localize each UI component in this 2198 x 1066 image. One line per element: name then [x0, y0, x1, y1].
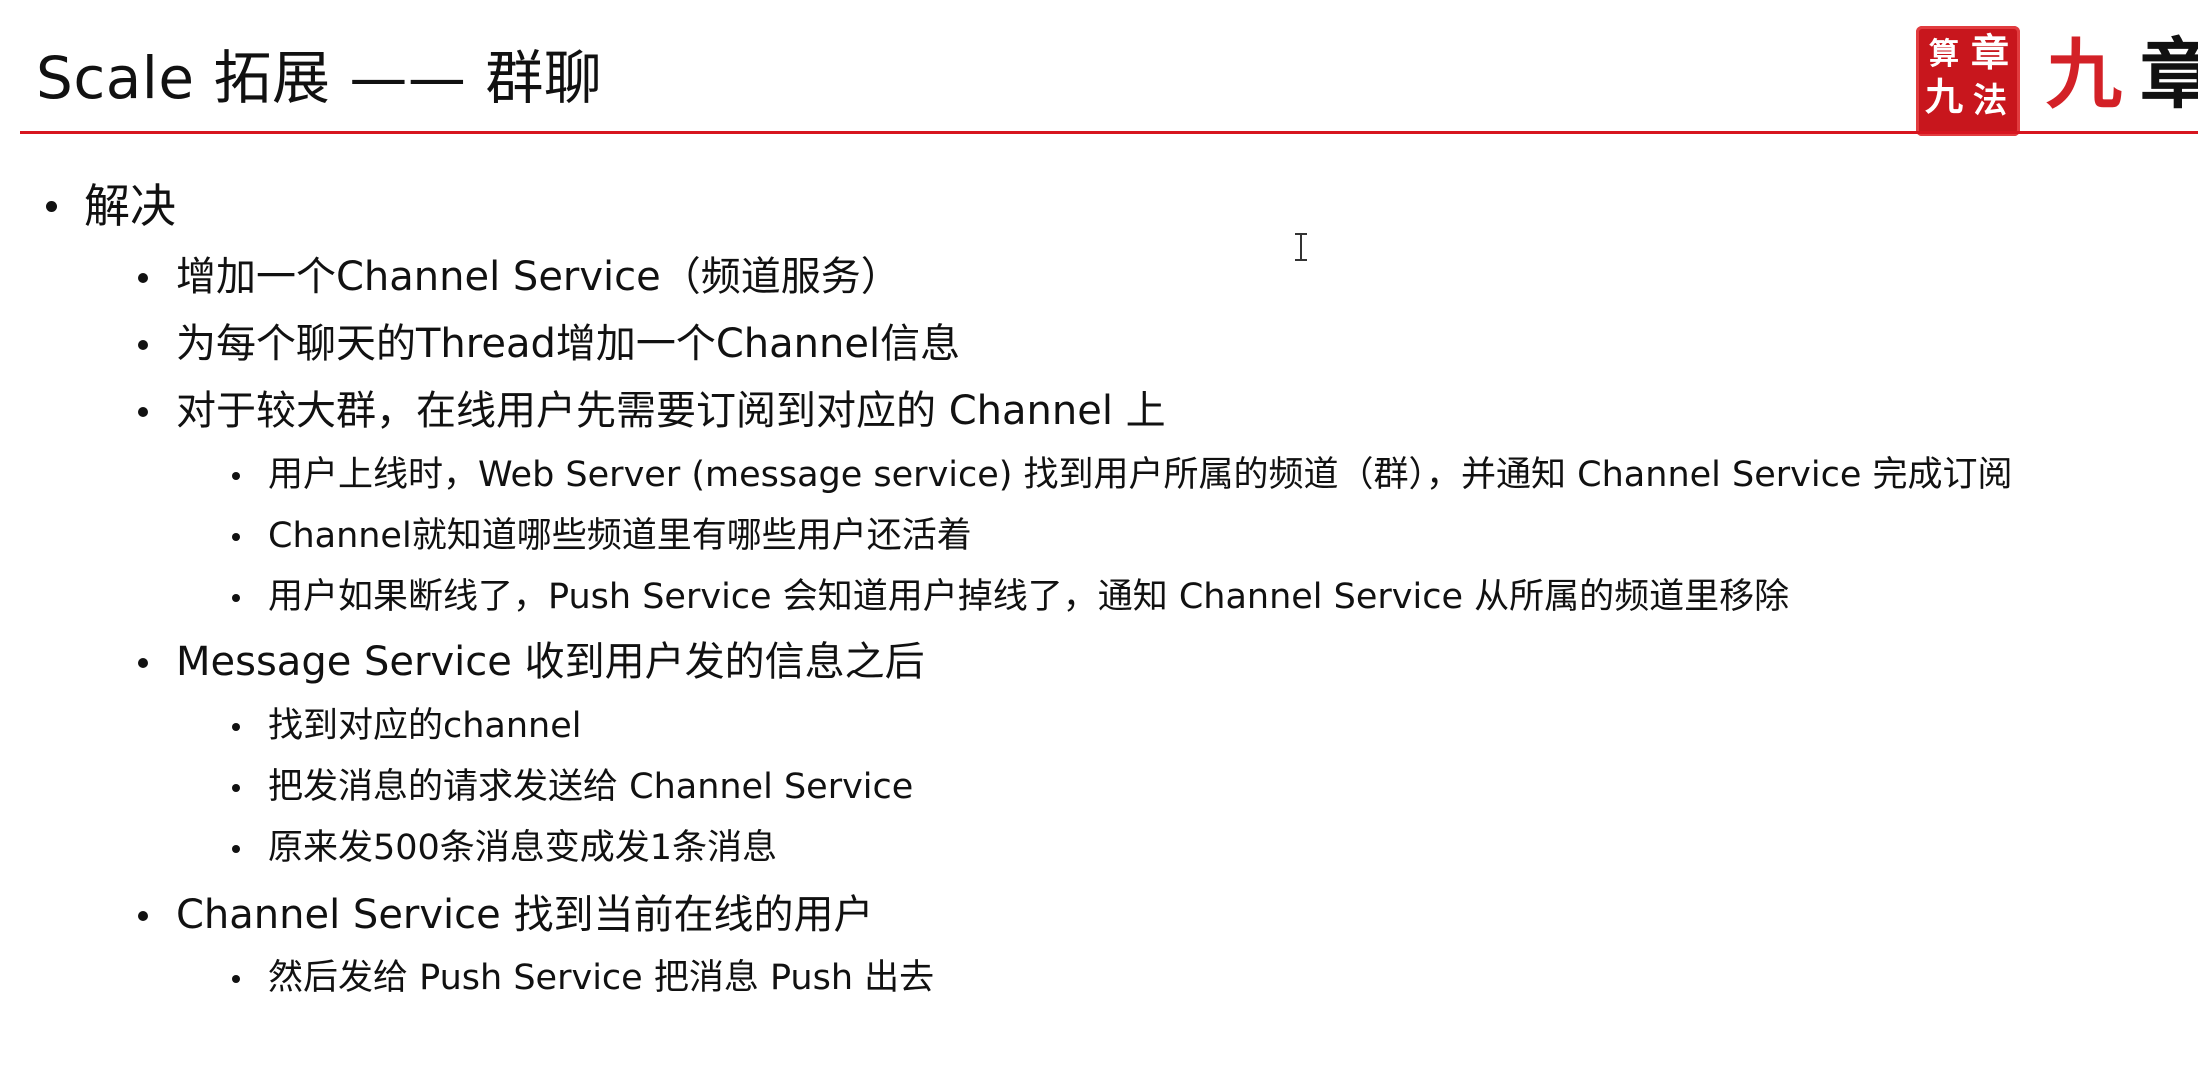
seal-char-1: 九 — [1924, 74, 1963, 119]
logo-seal: 九 章 算 法 — [1916, 26, 2020, 136]
bullet-dot — [232, 975, 240, 983]
bullet-item: Message Service 收到用户发的信息之后 — [176, 639, 925, 685]
seal-char-3: 算 — [1929, 37, 1959, 72]
bullet-dot — [138, 407, 148, 417]
bullet-dot — [232, 533, 240, 541]
title-divider — [20, 131, 2198, 134]
bullet-dot — [138, 658, 148, 668]
bullet-item: 用户上线时，Web Server (message service) 找到用户所… — [268, 455, 2013, 495]
bullet-dot — [138, 911, 148, 921]
bullet-item: 增加一个Channel Service（频道服务） — [176, 254, 901, 300]
bullet-item: Channel就知道哪些频道里有哪些用户还活着 — [268, 516, 972, 556]
brand-char-1: 九 — [2046, 30, 2122, 119]
jiuzhang-logo: 九 章 算 法 九章 — [1912, 16, 2198, 136]
bullet-dot — [232, 845, 240, 853]
seal-char-2: 章 — [1970, 30, 2009, 75]
bullet-item: Channel Service 找到当前在线的用户 — [176, 892, 874, 938]
bullet-dot — [138, 273, 148, 283]
seal-char-4: 法 — [1973, 81, 2007, 121]
bullet-item: 然后发给 Push Service 把消息 Push 出去 — [268, 958, 935, 998]
slide: Scale 拓展 —— 群聊 九 章 算 法 九章 解决 增加一个Channel… — [0, 0, 2198, 1066]
bullet-item: 解决 — [84, 179, 176, 233]
logo-brand-text: 九章 — [2046, 30, 2198, 120]
bullet-dot — [232, 784, 240, 792]
bullet-dot — [46, 201, 57, 212]
bullet-item: 找到对应的channel — [268, 706, 582, 746]
bullet-item: 用户如果断线了，Push Service 会知道用户掉线了，通知 Channel… — [268, 577, 1790, 617]
text-cursor-icon — [1295, 233, 1307, 261]
bullet-dot — [232, 594, 240, 602]
bullet-dot — [138, 340, 148, 350]
bullet-item: 原来发500条消息变成发1条消息 — [268, 828, 778, 868]
brand-char-2: 章 — [2140, 30, 2198, 119]
slide-title: Scale 拓展 —— 群聊 — [36, 44, 603, 112]
bullet-item: 对于较大群，在线用户先需要订阅到对应的 Channel 上 — [176, 388, 1166, 434]
bullet-dot — [232, 472, 240, 480]
bullet-item: 为每个聊天的Thread增加一个Channel信息 — [176, 321, 961, 367]
bullet-item: 把发消息的请求发送给 Channel Service — [268, 767, 914, 807]
bullet-dot — [232, 723, 240, 731]
